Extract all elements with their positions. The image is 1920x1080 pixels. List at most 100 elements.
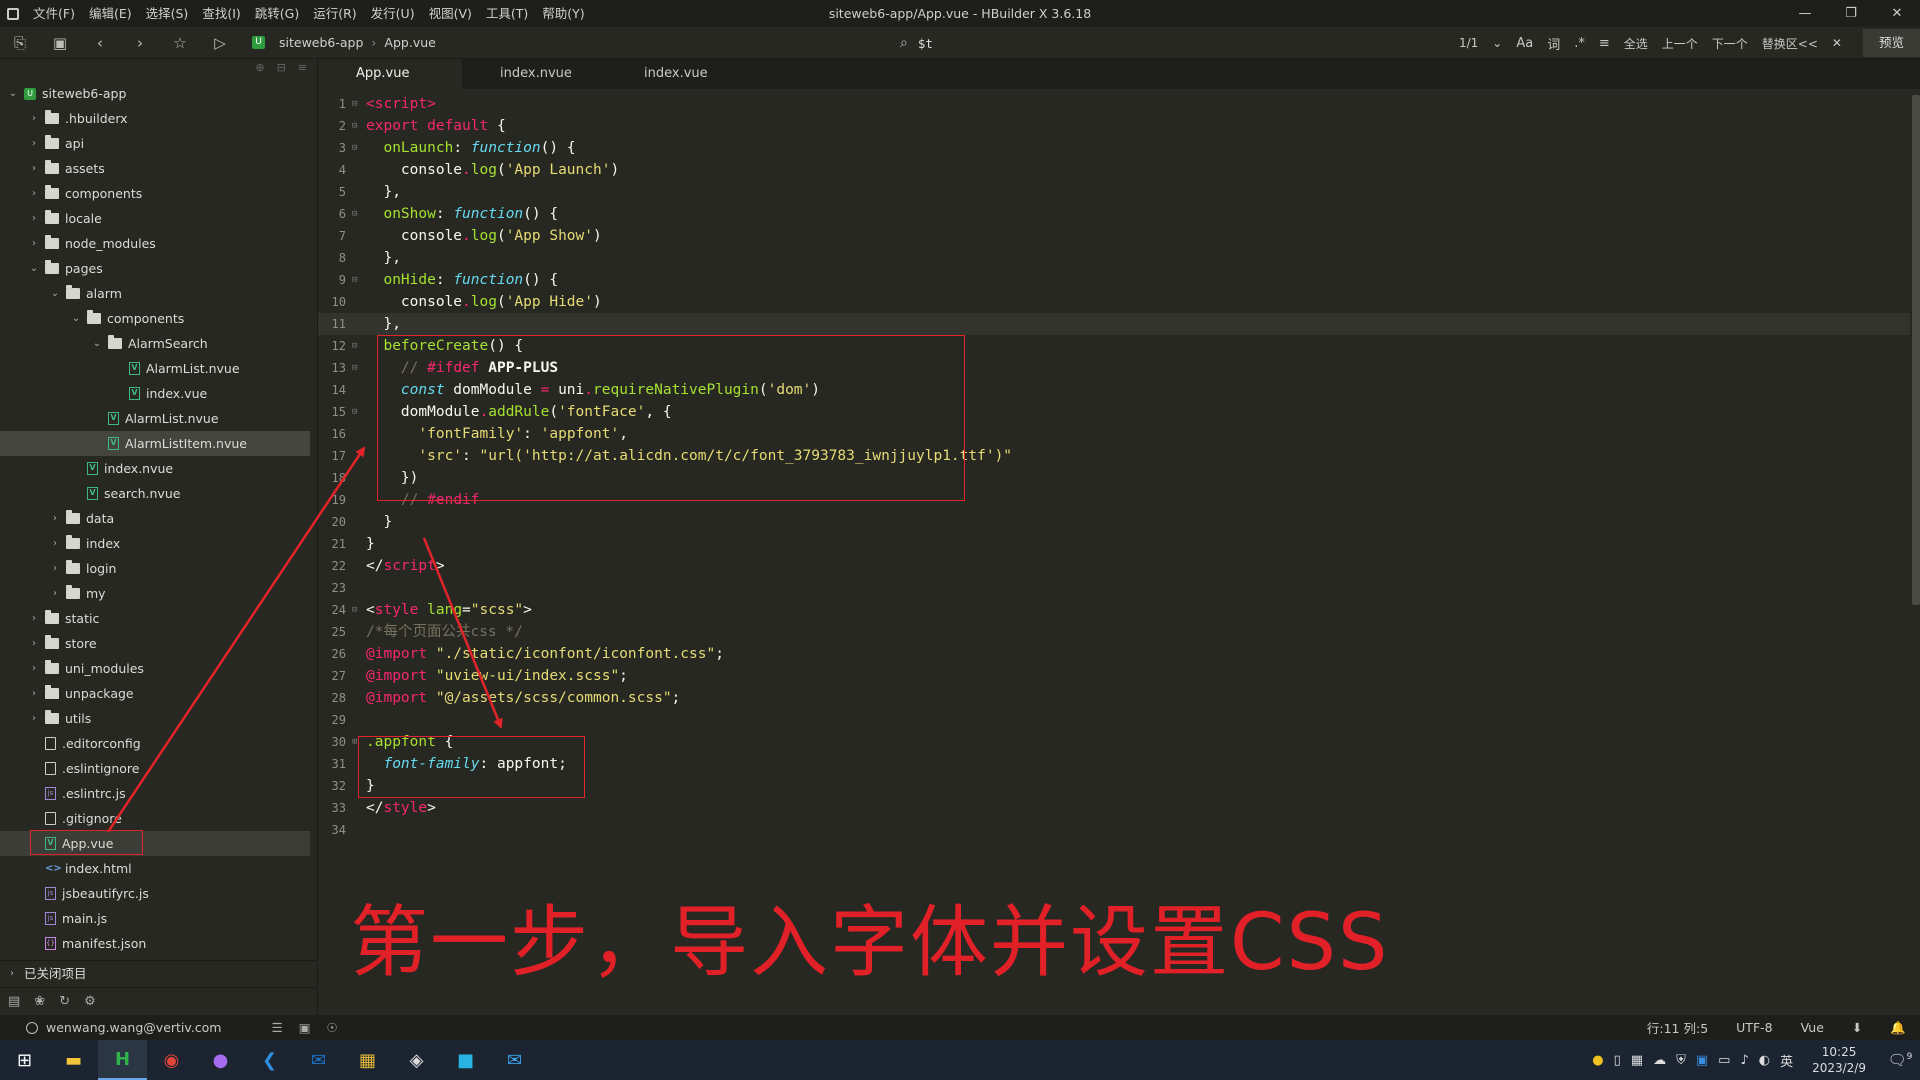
tree-item[interactable]: <> index.html (0, 856, 310, 881)
tree-item[interactable]: › assets (0, 156, 310, 181)
menu-item-5[interactable]: 运行(R) (306, 0, 363, 27)
mail-icon[interactable]: ✉ (490, 1040, 539, 1080)
whole-word-icon[interactable]: 词 (1540, 34, 1567, 53)
code-line[interactable]: 1 ⊟ <script> (318, 93, 1910, 115)
terminal-icon[interactable]: ▣ (299, 1020, 311, 1035)
code-line[interactable]: 5 }, (318, 181, 1910, 203)
code-line[interactable]: 33 </style> (318, 797, 1910, 819)
fold-toggle-icon[interactable]: ⊟ (352, 401, 361, 423)
menu-item-0[interactable]: 文件(F) (26, 0, 82, 27)
tree-item[interactable]: Vindex.nvue (0, 456, 310, 481)
code-line[interactable]: 29 (318, 709, 1910, 731)
tree-item[interactable]: › node_modules (0, 231, 310, 256)
tree-item[interactable]: ⌄ AlarmSearch (0, 331, 310, 356)
editor-tab-1[interactable]: index.nvue (462, 59, 606, 89)
back-icon[interactable]: ‹ (80, 27, 120, 59)
tree-item[interactable]: › data (0, 506, 310, 531)
locate-icon[interactable]: ⊕ (255, 61, 264, 74)
tree-item[interactable]: .editorconfig (0, 731, 310, 756)
tree-item[interactable]: › unpackage (0, 681, 310, 706)
select-all-button[interactable]: 全选 (1617, 35, 1655, 52)
editor-tab-2[interactable]: index.vue (606, 59, 750, 89)
fold-toggle-icon[interactable]: ⊟ (352, 335, 361, 357)
breadcrumb-file[interactable]: App.vue (384, 35, 435, 50)
code-line[interactable]: 2 ⊟ export default { (318, 115, 1910, 137)
code-line[interactable]: 21} (318, 533, 1910, 555)
code-line[interactable]: 9 ⊟ onHide: function() { (318, 269, 1910, 291)
tree-item[interactable]: › .hbuilderx (0, 106, 310, 131)
minimize-button[interactable]: — (1782, 0, 1828, 27)
preview-button[interactable]: 预览 (1862, 29, 1920, 57)
tree-item[interactable]: › locale (0, 206, 310, 231)
tray-outlook-icon[interactable]: ▣ (1691, 1053, 1713, 1068)
sourcetree-icon[interactable]: ◈ (392, 1040, 441, 1080)
code-line[interactable]: 34 (318, 819, 1910, 841)
tree-item[interactable]: › index (0, 531, 310, 556)
save-icon[interactable]: ▣ (40, 27, 80, 59)
shield-icon[interactable]: ⛨ (1671, 1053, 1691, 1068)
fold-toggle-icon[interactable]: ⊟ (352, 137, 361, 159)
breadcrumb-project[interactable]: siteweb6-app (279, 35, 363, 50)
tree-item[interactable]: V AlarmList.nvue (0, 356, 310, 381)
code-line[interactable]: 11 }, (318, 313, 1910, 335)
code-line[interactable]: 24 ⊟ <style lang="scss"> (318, 599, 1910, 621)
tree-item[interactable]: .eslintignore (0, 756, 310, 781)
debug-icon[interactable]: ❀ (34, 994, 45, 1009)
tree-item[interactable]: ⌄ alarm (0, 281, 310, 306)
find-close-icon[interactable]: ✕ (1825, 36, 1849, 50)
vscode-icon[interactable]: ❮ (245, 1040, 294, 1080)
language-mode[interactable]: Vue (1787, 1020, 1838, 1035)
fold-toggle-icon[interactable]: ⊟ (352, 203, 361, 225)
windows-start-icon[interactable]: ⊞ (0, 1040, 49, 1080)
tree-item[interactable]: › static (0, 606, 310, 631)
forward-icon[interactable]: › (120, 27, 160, 59)
fold-toggle-icon[interactable]: ⊟ (352, 269, 361, 291)
menu-item-2[interactable]: 选择(S) (139, 0, 196, 27)
code-line[interactable]: 6 ⊟ onShow: function() { (318, 203, 1910, 225)
app-grid-icon[interactable]: ▦ (343, 1040, 392, 1080)
menu-item-7[interactable]: 视图(V) (422, 0, 479, 27)
webstorm-icon[interactable]: ■ (441, 1040, 490, 1080)
code-editor[interactable]: 1 ⊟ <script> 2 ⊟ export default {3 ⊟ onLaunch:… (318, 89, 1920, 1015)
replace-toggle-button[interactable]: 替换区<< (1755, 35, 1825, 52)
tree-item[interactable]: › utils (0, 706, 310, 731)
tree-item[interactable]: Vsearch.nvue (0, 481, 310, 506)
display-icon[interactable]: ▭ (1713, 1053, 1735, 1068)
code-line[interactable]: 26 @import "./static/iconfont/iconfont.cs… (318, 643, 1910, 665)
notification-icon[interactable]: 🗨9 (1880, 1051, 1920, 1069)
code-line[interactable]: 8 }, (318, 247, 1910, 269)
close-button[interactable]: ✕ (1874, 0, 1920, 27)
network-icon[interactable]: ☉ (327, 1020, 338, 1035)
tree-item[interactable]: ⌄ Usiteweb6-app (0, 81, 310, 106)
menu-icon[interactable]: ≡ (298, 61, 307, 74)
chrome-icon[interactable]: ◉ (147, 1040, 196, 1080)
find-input[interactable] (917, 35, 1418, 51)
tree-item[interactable]: js main.js (0, 906, 310, 931)
tree-item[interactable]: › api (0, 131, 310, 156)
fold-toggle-icon[interactable]: ⊟ (352, 357, 361, 379)
cloud-icon[interactable]: ☁ (1648, 1053, 1671, 1068)
volume-icon[interactable]: ♪ (1735, 1053, 1753, 1068)
find-options-chevron-icon[interactable]: ⌄ (1485, 36, 1509, 50)
code-line[interactable]: 20 } (318, 511, 1910, 533)
closed-projects[interactable]: › 已关闭项目 (0, 960, 318, 985)
tree-item[interactable]: V AlarmListItem.nvue (0, 431, 310, 456)
menu-item-9[interactable]: 帮助(Y) (535, 0, 591, 27)
account[interactable]: wenwang.wang@vertiv.com (26, 1020, 222, 1035)
restore-button[interactable]: ❐ (1828, 0, 1874, 27)
github-icon[interactable]: ● (196, 1040, 245, 1080)
run-icon[interactable]: ▷ (200, 27, 240, 59)
tree-item[interactable]: V AlarmList.nvue (0, 406, 310, 431)
collapse-icon[interactable]: ⊟ (277, 61, 286, 74)
tray-grid-icon[interactable]: ▦ (1626, 1053, 1648, 1068)
tree-item[interactable]: › login (0, 556, 310, 581)
menu-item-1[interactable]: 编辑(E) (82, 0, 139, 27)
menu-item-6[interactable]: 发行(U) (364, 0, 422, 27)
find-prev-button[interactable]: 上一个 (1655, 35, 1705, 52)
tree-item[interactable]: ⌄ pages (0, 256, 310, 281)
code-line[interactable]: 7 console.log('App Show') (318, 225, 1910, 247)
code-line[interactable]: 27 @import "uview-ui/index.scss"; (318, 665, 1910, 687)
code-line[interactable]: 10 console.log('App Hide') (318, 291, 1910, 313)
tree-item[interactable]: js .eslintrc.js (0, 781, 310, 806)
star-icon[interactable]: ☆ (160, 27, 200, 59)
